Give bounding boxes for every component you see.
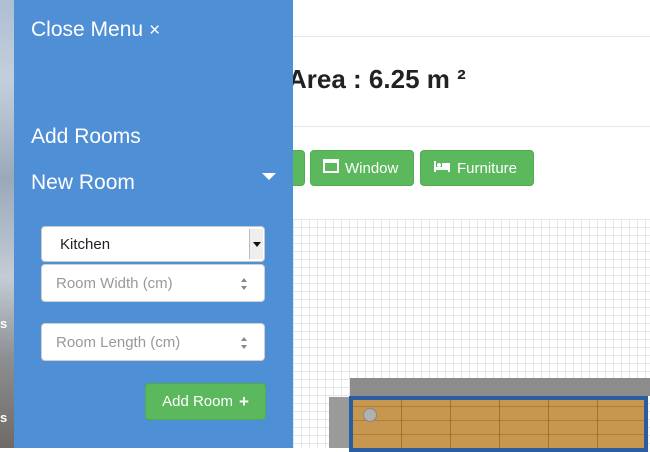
room-area-title: Area : 6.25 m ²	[288, 64, 466, 94]
furniture-button[interactable]: Furniture	[420, 150, 534, 186]
room-width-placeholder: Room Width (cm)	[56, 274, 173, 292]
room-shape[interactable]	[349, 396, 648, 452]
sidebar-menu: Close Menu × Add Rooms New Room Kitchen R…	[14, 0, 293, 448]
add-room-label: Add Room	[162, 393, 233, 410]
room-length-input[interactable]: Room Length (cm)	[41, 323, 265, 361]
background-text-fragment: s	[0, 316, 8, 331]
chevron-down-icon[interactable]	[249, 229, 263, 259]
new-room-toggle[interactable]: New Room	[31, 171, 135, 195]
add-room-button[interactable]: Add Room +	[145, 383, 266, 420]
chevron-down-icon[interactable]	[262, 173, 276, 180]
window-icon	[323, 159, 339, 177]
window-button-label: Window	[345, 159, 399, 177]
window-button[interactable]: Window	[310, 150, 414, 186]
spinner-icon[interactable]	[241, 337, 248, 349]
background-text-fragment: s	[0, 410, 8, 425]
spinner-icon[interactable]	[241, 278, 248, 290]
add-rooms-link[interactable]: Add Rooms	[31, 125, 141, 149]
close-icon: ×	[149, 20, 161, 41]
room-length-placeholder: Room Length (cm)	[56, 333, 181, 351]
room-corner-handle[interactable]	[363, 408, 377, 422]
background-photo-strip: s s	[0, 0, 14, 448]
room-type-selected: Kitchen	[60, 235, 111, 253]
divider	[293, 36, 650, 37]
plus-icon: +	[238, 391, 249, 411]
room-type-select[interactable]: Kitchen	[41, 226, 265, 262]
furniture-button-label: Furniture	[457, 159, 518, 177]
room-width-input[interactable]: Room Width (cm)	[41, 264, 265, 302]
bed-icon	[433, 159, 451, 177]
main-content: Area : 6.25 m ² Window Furniture	[288, 0, 650, 452]
wall-segment[interactable]	[350, 378, 650, 396]
close-menu-button[interactable]: Close Menu ×	[31, 18, 160, 42]
divider	[293, 126, 650, 127]
close-menu-label: Close Menu	[31, 18, 144, 41]
